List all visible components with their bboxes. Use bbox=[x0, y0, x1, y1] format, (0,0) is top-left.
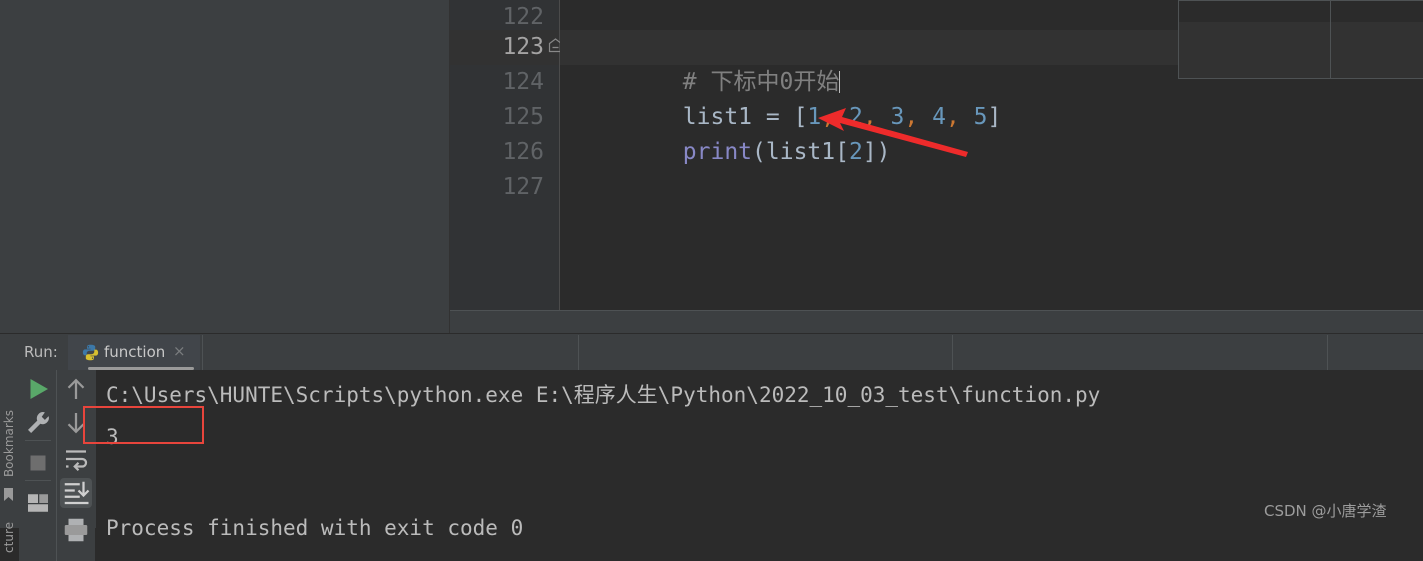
watermark: CSDN @小唐学渣 bbox=[1264, 502, 1387, 520]
run-toolbar-left bbox=[19, 370, 57, 561]
rerun-icon[interactable] bbox=[23, 374, 53, 404]
toolbar-separator-1 bbox=[25, 440, 51, 441]
line-number-127: 127 bbox=[502, 174, 544, 200]
editor-gutter[interactable]: 122 123 124 125 126 127 bbox=[450, 0, 560, 310]
run-tab-title: function bbox=[104, 343, 166, 361]
editor-region: 122 123 124 125 126 127 # 下标中0开始 list1 =… bbox=[0, 0, 1423, 334]
sidebar-item-bookmarks[interactable]: Bookmarks bbox=[2, 410, 16, 477]
editor-bottom-strip bbox=[450, 310, 1423, 334]
close-icon[interactable]: × bbox=[173, 342, 186, 360]
console-output[interactable]: C:\Users\HUNTE\Scripts\python.exe E:\程序人… bbox=[96, 370, 1423, 561]
arrow-up-icon[interactable] bbox=[61, 374, 91, 404]
code-line-124: list1 = [1, 2, 3, 4, 5] bbox=[682, 104, 1002, 130]
run-toolbar-right bbox=[57, 370, 95, 561]
annotation-highlight-box bbox=[83, 406, 204, 444]
line-number-123: 123 bbox=[450, 30, 560, 65]
header-divider-1 bbox=[202, 335, 203, 370]
line-number-126: 126 bbox=[502, 139, 544, 165]
python-icon bbox=[82, 344, 99, 361]
run-label: Run: bbox=[24, 343, 58, 361]
editor-right-divider-top bbox=[1178, 0, 1423, 1]
ide-window: 122 123 124 125 126 127 # 下标中0开始 list1 =… bbox=[0, 0, 1423, 561]
line-number-124: 124 bbox=[502, 69, 544, 95]
bookmark-icon bbox=[4, 488, 13, 501]
header-divider-3 bbox=[952, 335, 953, 370]
header-divider-2 bbox=[578, 335, 579, 370]
toolbar-separator-2 bbox=[25, 480, 51, 481]
annotation-arrow-icon bbox=[818, 108, 968, 157]
editor-right-band bbox=[1178, 22, 1423, 78]
run-tool-window: Run: function × Bookmarks cture C:\Users… bbox=[0, 333, 1423, 561]
soft-wrap-icon[interactable] bbox=[61, 444, 91, 474]
wrench-icon[interactable] bbox=[23, 408, 53, 438]
console-line-command: C:\Users\HUNTE\Scripts\python.exe E:\程序人… bbox=[106, 383, 1101, 407]
left-tool-pane[interactable] bbox=[0, 0, 450, 333]
run-tab-header: Run: function × bbox=[0, 334, 1423, 370]
layout-icon[interactable] bbox=[23, 488, 53, 518]
line-number-125: 125 bbox=[502, 104, 544, 130]
print-icon[interactable] bbox=[61, 515, 91, 545]
editor-right-divider-v2 bbox=[1330, 0, 1331, 78]
console-line-finished: Process finished with exit code 0 bbox=[106, 516, 524, 540]
header-divider-4 bbox=[1327, 335, 1328, 370]
editor-right-divider-h bbox=[1178, 78, 1423, 79]
scroll-to-end-icon[interactable] bbox=[61, 478, 91, 508]
sidebar-item-structure[interactable]: cture bbox=[2, 522, 16, 553]
tool-window-rail: Bookmarks cture bbox=[0, 370, 18, 553]
editor-right-divider-v bbox=[1178, 0, 1179, 78]
stop-icon[interactable] bbox=[23, 448, 53, 478]
